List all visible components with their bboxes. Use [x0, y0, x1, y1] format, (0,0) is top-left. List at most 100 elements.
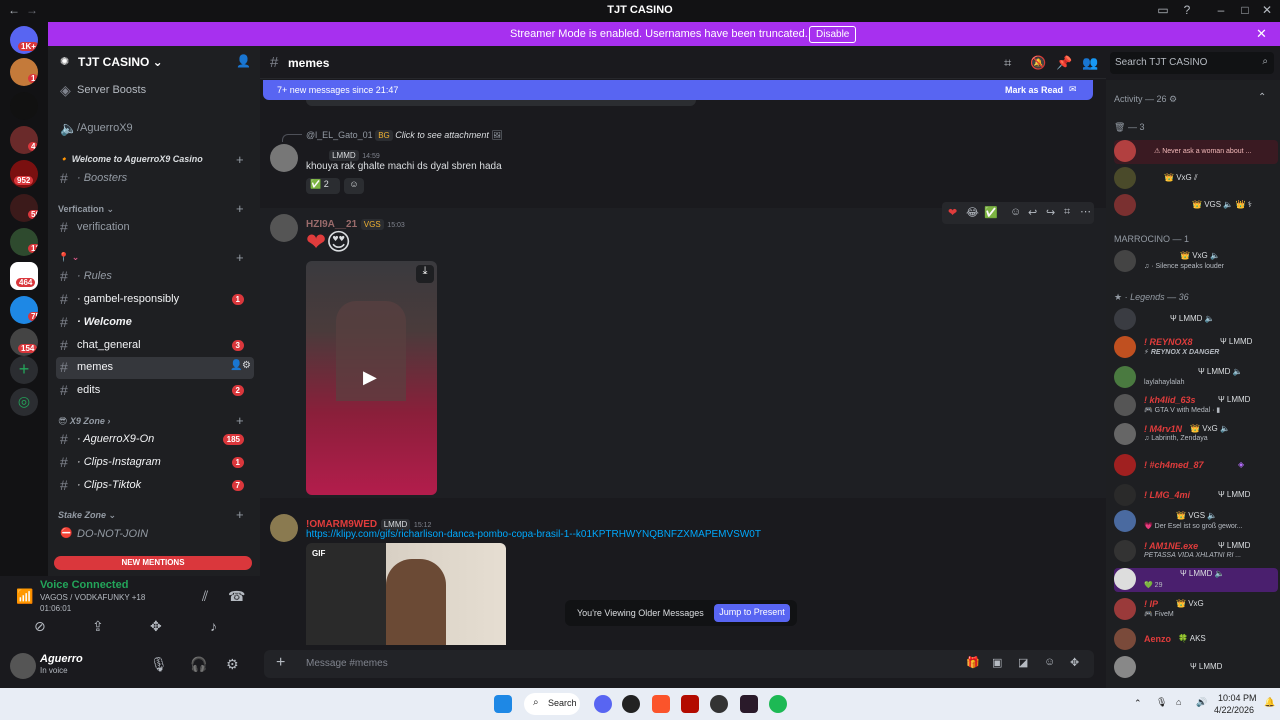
category-x9-zone[interactable]: 😎 X9 Zone › [58, 416, 110, 427]
new-messages-bar[interactable]: 7+ new messages since 21:47 Mark as Read… [263, 80, 1093, 100]
noise-suppression-icon[interactable]: ⫽ [202, 588, 208, 605]
close-banner-icon[interactable]: ✕ [1256, 26, 1267, 42]
member-item[interactable]: ⚠ Never ask a woman about ... [1114, 140, 1278, 164]
app-icon[interactable] [710, 695, 728, 713]
apps-icon[interactable]: ✥ [1070, 656, 1079, 669]
network-icon[interactable]: ⌂ [1176, 697, 1181, 707]
search-input[interactable]: Search TJT CASINO ⌕ [1110, 52, 1274, 74]
gif-picker-icon[interactable]: ▣ [992, 656, 1002, 669]
server-boosts[interactable]: ◈ Server Boosts [56, 80, 254, 102]
windows-start-icon[interactable] [494, 695, 512, 713]
channel-do-not-join[interactable]: ⛔ DO-NOT-JOIN [56, 524, 254, 546]
member-item[interactable]: 👑 VxG 🔈 ♫ · Silence speaks louder [1114, 250, 1278, 274]
add-channel-icon[interactable]: + [236, 201, 244, 216]
author-name-hidden[interactable] [306, 150, 325, 161]
channel-verification[interactable]: # verification [56, 217, 254, 239]
notifications-icon[interactable]: 🔔 [1264, 697, 1275, 708]
headphones-icon[interactable]: 🎧 [190, 656, 207, 673]
message-avatar[interactable] [270, 144, 298, 172]
add-reaction-icon[interactable]: ☺ [1010, 206, 1021, 218]
reply-icon[interactable]: ↩ [1028, 206, 1037, 219]
member-item[interactable]: ! M4rv1N 👑 VxG 🔈 ♫ Labrinth, Zendaya [1114, 423, 1278, 447]
channel-rules[interactable]: # · Rules [56, 266, 254, 288]
maximize-icon[interactable]: □ [1236, 3, 1254, 19]
server-icon[interactable]: 952 [10, 160, 38, 188]
create-invite-icon[interactable]: 👤 [230, 360, 242, 371]
server-icon[interactable]: 12 [10, 228, 38, 256]
voice-channel-label[interactable]: VAGOS / VODKAFUNKY +18 [40, 593, 145, 602]
add-channel-icon[interactable]: + [236, 413, 244, 428]
member-item[interactable]: Ψ LMMD [1114, 656, 1278, 680]
member-list-icon[interactable]: 👥 [1082, 55, 1098, 71]
discover-icon[interactable]: ◎ [10, 388, 38, 416]
download-icon[interactable]: ⤓ [416, 265, 434, 283]
channel-chat-general[interactable]: # chat_general 3 [56, 335, 254, 357]
member-item[interactable]: 👑 VGS 🔈 💗 Der Esel ist so groß gewor... [1114, 510, 1278, 534]
member-item[interactable]: 👑 VGS 🔈 👑 ⚕ [1114, 194, 1278, 218]
member-item[interactable]: ! kh4lid_63s Ψ LMMD 🎮 GTA V with Medal · ▮ [1114, 394, 1278, 418]
microphone-tray-icon[interactable]: 🎙 [1156, 697, 1167, 708]
invite-icon[interactable]: 👤 [236, 54, 251, 68]
jump-to-present-button[interactable]: Jump to Present [714, 604, 790, 622]
activities-icon[interactable]: ✥ [150, 618, 162, 635]
help-icon[interactable]: ? [1178, 3, 1196, 19]
add-channel-icon[interactable]: + [236, 507, 244, 522]
server-folder-icon[interactable]: 154 [10, 328, 38, 356]
server-icon[interactable]: 75 [10, 296, 38, 324]
message-list[interactable]: @l_EL_Gato_01 BG Click to see attachment… [260, 100, 1106, 645]
pinned-messages-icon[interactable]: 📌 [1056, 55, 1072, 71]
microphone-icon[interactable]: 🎙 [150, 656, 168, 673]
more-options-icon[interactable]: ⋯ [1080, 205, 1091, 218]
channel-aguerrox9-on[interactable]: # · AguerroX9-On 185 [56, 429, 254, 451]
user-settings-gear-icon[interactable]: ⚙ [226, 656, 239, 673]
username[interactable]: Aguerro [40, 653, 83, 665]
volume-icon[interactable]: 🔊 [1196, 697, 1207, 708]
clock-time[interactable]: 10:04 PM [1218, 693, 1257, 703]
emoji-picker-icon[interactable]: ☺ [1044, 656, 1055, 668]
server-icon[interactable]: 4 [10, 126, 38, 154]
video-player-tail[interactable] [306, 100, 696, 106]
threads-icon[interactable]: ⌗ [1004, 55, 1011, 71]
attach-plus-icon[interactable]: + [276, 654, 285, 672]
member-item[interactable]: Ψ LMMD 🔈 laylahaylalah [1114, 366, 1278, 390]
member-item[interactable]: 👑 VxG ⫽ [1114, 167, 1278, 191]
add-channel-icon[interactable]: + [236, 152, 244, 167]
camera-off-icon[interactable]: ⊘ [34, 618, 46, 635]
activity-header[interactable]: Activity — 26 ⚙ [1114, 94, 1177, 105]
add-server-icon[interactable]: + [10, 356, 38, 384]
channel-edits[interactable]: # edits 2 [56, 380, 254, 402]
server-icon[interactable]: 1 [10, 58, 38, 86]
channel-voice-aguerrox9[interactable]: 🔈/AguerroX9 [56, 118, 254, 140]
brave-browser-icon[interactable] [652, 695, 670, 713]
forward-icon[interactable]: ↪ [1046, 206, 1055, 219]
member-item[interactable]: ! LMG_4mi Ψ LMMD [1114, 484, 1278, 508]
screen-share-icon[interactable]: ⇪ [92, 618, 104, 635]
member-item[interactable]: ! REYNOX8 Ψ LMMD ⚡ REYNOX X DANGER [1114, 336, 1278, 360]
user-avatar[interactable] [10, 653, 36, 679]
video-attachment[interactable]: ▶ ⤓ [306, 261, 437, 495]
heart-reaction-icon[interactable]: ❤ [948, 206, 957, 219]
member-item[interactable]: Ψ LMMD 🔈 [1114, 308, 1278, 332]
collapse-icon[interactable]: ⌃ [1258, 92, 1266, 103]
laugh-reaction-icon[interactable]: 😂 [966, 206, 979, 219]
acrobat-icon[interactable] [681, 695, 699, 713]
channel-boosters[interactable]: # · Boosters [56, 168, 254, 190]
clock-date[interactable]: 4/22/2026 [1214, 705, 1254, 715]
soundboard-icon[interactable]: ♪ [210, 618, 217, 634]
member-item[interactable]: Aenzo 🍀 AKS [1114, 628, 1278, 652]
notification-muted-icon[interactable]: 🔕 [1030, 55, 1046, 71]
mark-as-read-button[interactable]: Mark as Read [1005, 85, 1063, 95]
taskbar-search[interactable]: ⌕ Search [524, 693, 580, 715]
app-icon[interactable] [622, 695, 640, 713]
check-reaction-icon[interactable]: ✅ [984, 206, 998, 219]
reaction-check[interactable]: ✅ 2 [306, 178, 340, 194]
direct-messages-icon[interactable]: 1K+ [10, 26, 38, 54]
category-verfication[interactable]: Verfication ⌄ [58, 204, 114, 215]
app-icon[interactable] [740, 695, 758, 713]
discord-app-icon[interactable] [594, 695, 612, 713]
member-item[interactable]: ! AM1NE.exe Ψ LMMD PETASSA VIDA XHLATNI RI… [1114, 540, 1278, 564]
new-mentions-button[interactable]: NEW MENTIONS [54, 556, 252, 570]
message-avatar[interactable] [270, 514, 298, 542]
minimize-icon[interactable]: – [1212, 3, 1230, 19]
disconnect-icon[interactable]: ☎ [228, 588, 245, 605]
